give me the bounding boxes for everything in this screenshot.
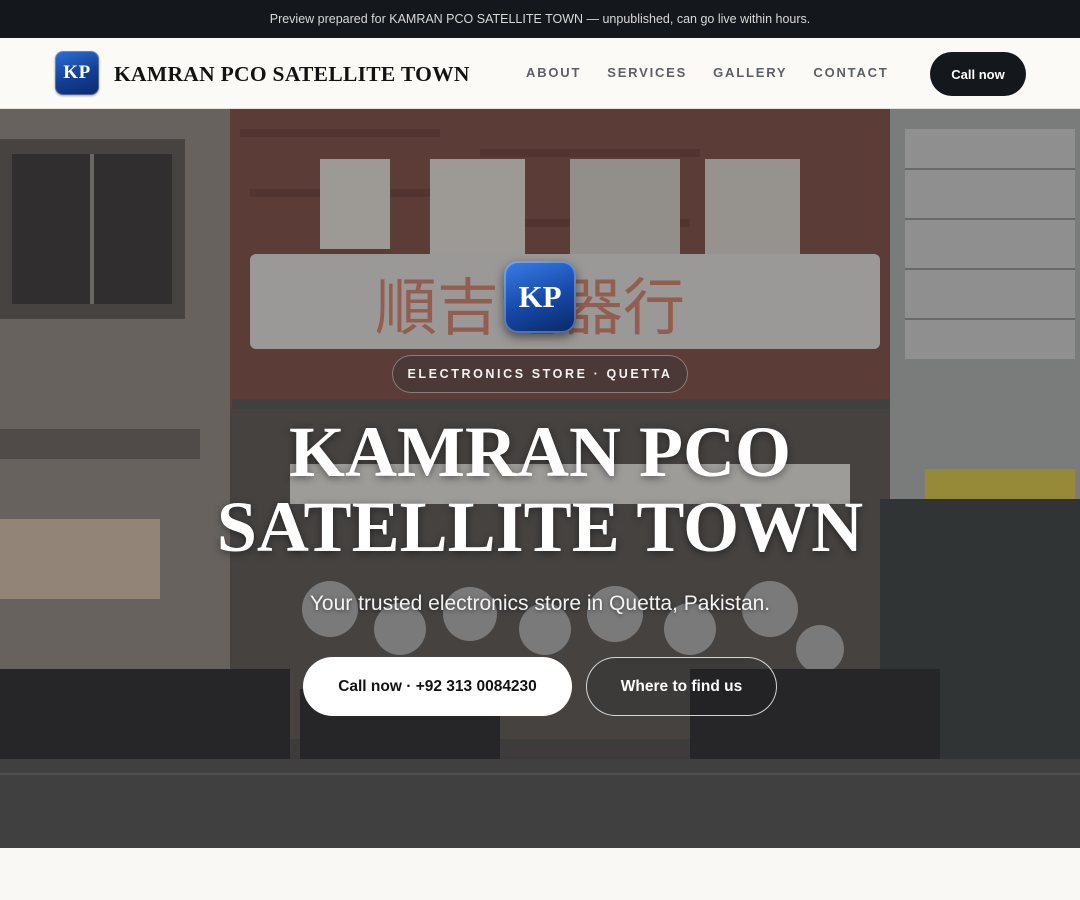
nav-services[interactable]: SERVICES <box>607 65 687 80</box>
main-nav: ABOUT SERVICES GALLERY CONTACT <box>526 65 889 80</box>
nav-gallery[interactable]: GALLERY <box>713 65 787 80</box>
header-call-button[interactable]: Call now <box>930 52 1026 96</box>
logo-icon[interactable]: KP <box>55 51 99 95</box>
nav-contact[interactable]: CONTACT <box>813 65 888 80</box>
preview-notice-text: Preview prepared for KAMRAN PCO SATELLIT… <box>269 12 811 26</box>
site-header: KP KAMRAN PCO SATELLITE TOWN ABOUT SERVI… <box>0 38 1080 109</box>
nav-about[interactable]: ABOUT <box>526 65 581 80</box>
next-section <box>0 848 1080 900</box>
hero-directions-button[interactable]: Where to find us <box>586 657 777 716</box>
hero-title-line1: KAMRAN PCO <box>289 412 791 492</box>
hero-section: 順吉電器行 KP ELECTRONICS STOR <box>0 109 1080 848</box>
hero-title-line2: SATELLITE TOWN <box>216 487 864 567</box>
logo-initials: KP <box>63 62 91 83</box>
preview-notice-bar: Preview prepared for KAMRAN PCO SATELLIT… <box>0 0 1080 38</box>
brand-name[interactable]: KAMRAN PCO SATELLITE TOWN <box>114 62 470 87</box>
hero-logo-icon: KP <box>504 261 576 333</box>
hero-call-button[interactable]: Call now · +92 313 0084230 <box>303 657 572 716</box>
hero-logo-initials: KP <box>518 279 562 314</box>
hero-title: KAMRAN PCO SATELLITE TOWN <box>0 415 1080 565</box>
category-badge: ELECTRONICS STORE · QUETTA <box>392 355 688 393</box>
hero-subtitle: Your trusted electronics store in Quetta… <box>309 592 771 615</box>
